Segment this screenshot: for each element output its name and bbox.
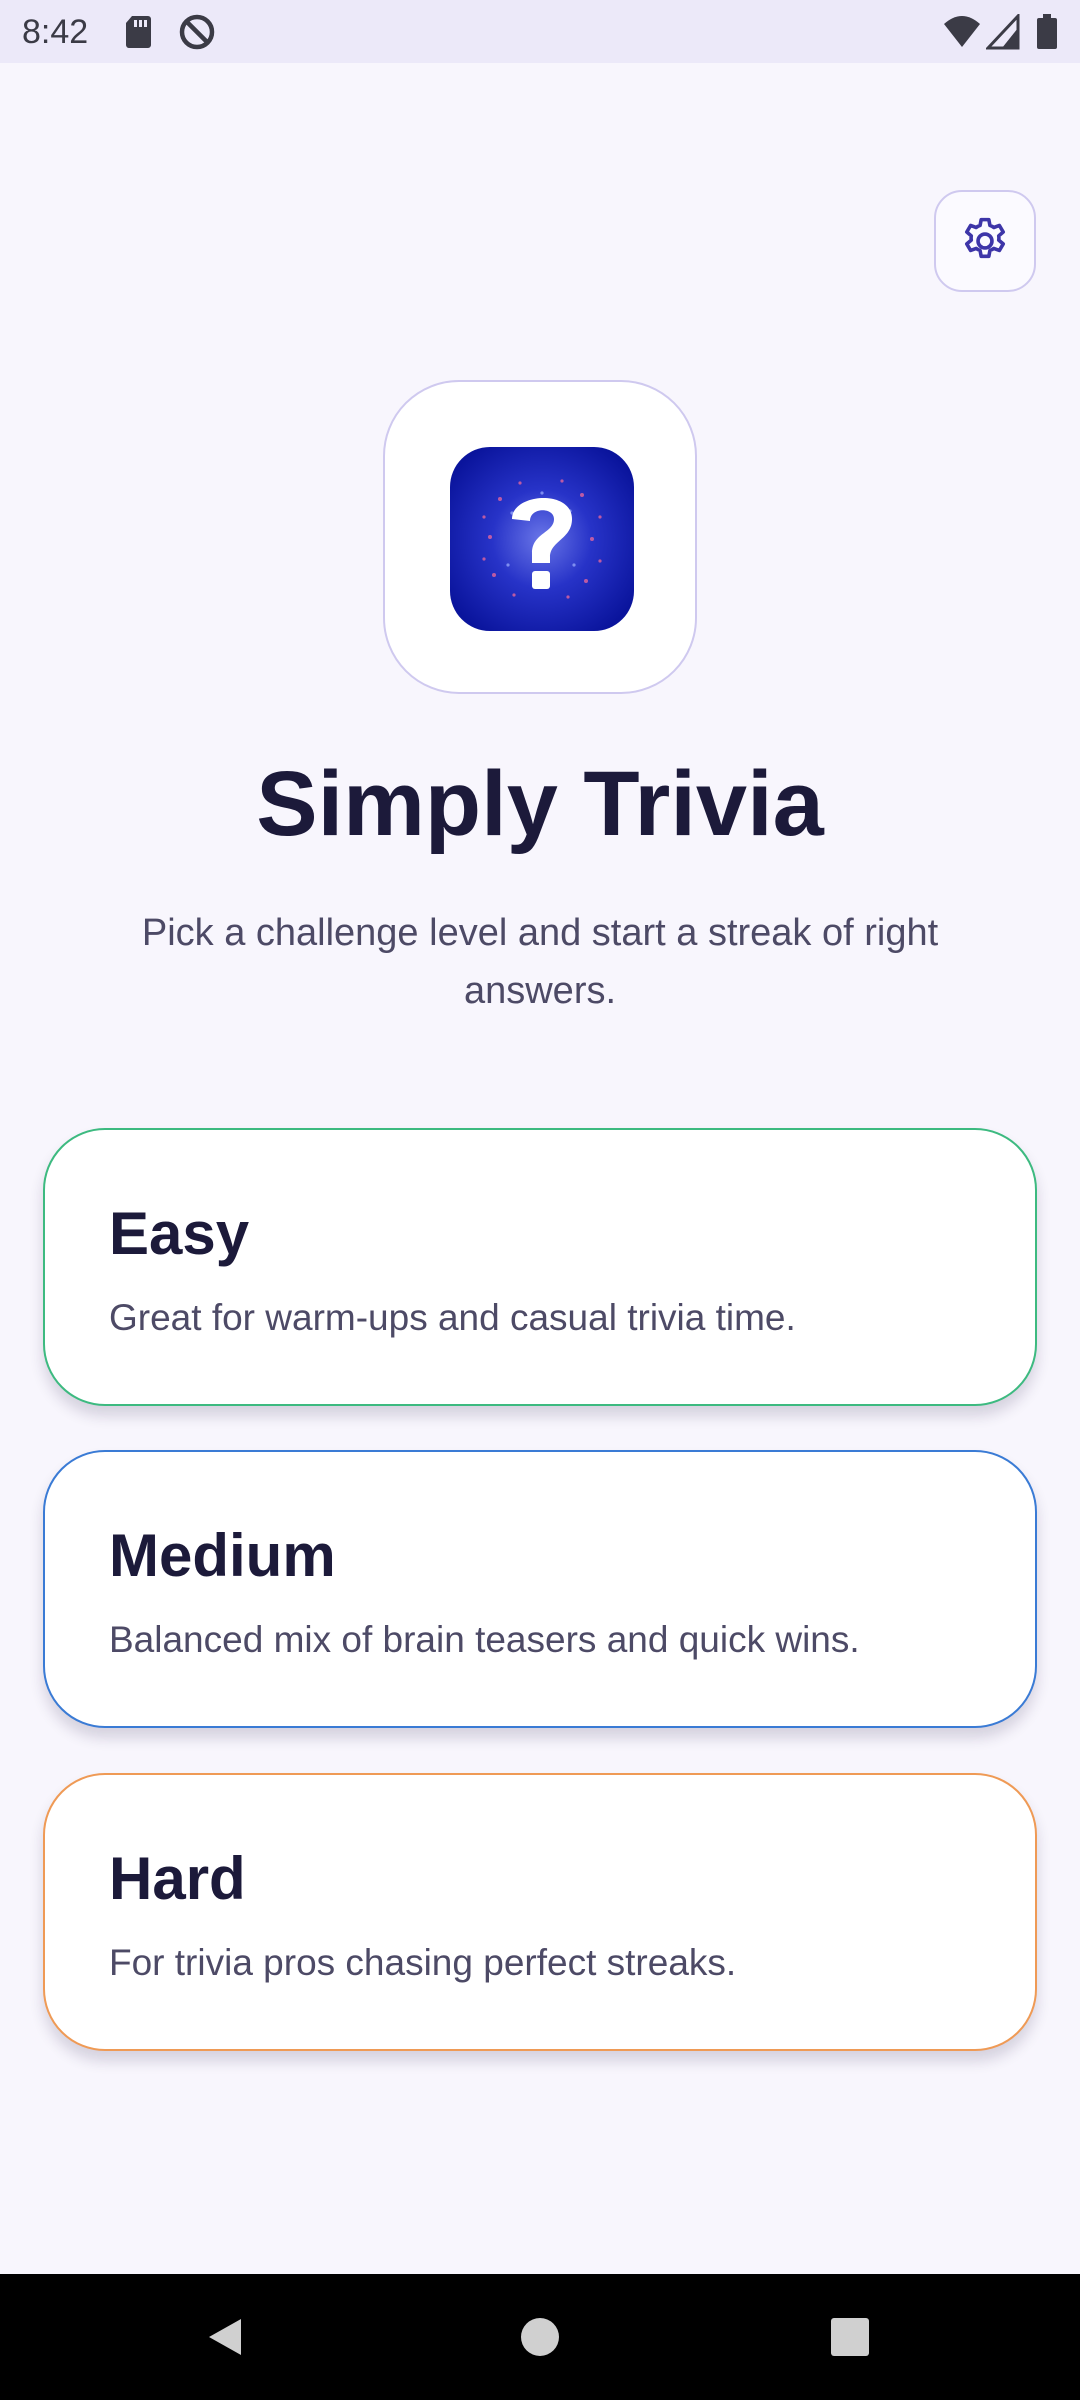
app-title: Simply Trivia bbox=[256, 753, 824, 855]
app-logo-frame bbox=[383, 380, 697, 694]
level-description: For trivia pros chasing perfect streaks. bbox=[109, 1942, 737, 1983]
home-icon bbox=[518, 2315, 562, 2359]
level-card-easy[interactable]: Easy Great for warm-ups and casual trivi… bbox=[43, 1128, 1037, 1406]
do-not-disturb-icon bbox=[178, 14, 216, 50]
level-card-medium[interactable]: Medium Balanced mix of brain teasers and… bbox=[43, 1450, 1037, 1728]
level-description: Balanced mix of brain teasers and quick … bbox=[109, 1619, 860, 1660]
level-card-hard[interactable]: Hard For trivia pros chasing perfect str… bbox=[43, 1773, 1037, 2051]
sd-card-icon bbox=[124, 14, 152, 50]
recents-icon bbox=[828, 2315, 872, 2359]
wifi-icon bbox=[942, 14, 982, 50]
home-button[interactable] bbox=[480, 2274, 600, 2400]
navigation-bar bbox=[0, 2274, 1080, 2400]
level-name: Easy bbox=[109, 1200, 250, 1267]
level-description: Great for warm-ups and casual trivia tim… bbox=[109, 1297, 796, 1338]
battery-icon bbox=[1036, 14, 1058, 50]
app-subtitle: Pick a challenge level and start a strea… bbox=[141, 912, 939, 1012]
back-button[interactable] bbox=[165, 2274, 285, 2400]
recents-button[interactable] bbox=[790, 2274, 910, 2400]
app-logo bbox=[450, 447, 634, 631]
status-time: 8:42 bbox=[22, 13, 89, 51]
level-name: Medium bbox=[109, 1522, 336, 1589]
gear-icon bbox=[958, 214, 1012, 268]
level-name: Hard bbox=[109, 1845, 246, 1912]
settings-button[interactable] bbox=[934, 190, 1036, 292]
back-icon bbox=[203, 2315, 247, 2359]
question-mark-icon bbox=[450, 447, 634, 631]
cellular-signal-icon bbox=[984, 12, 1020, 50]
status-bar: 8:42 bbox=[0, 0, 1080, 63]
